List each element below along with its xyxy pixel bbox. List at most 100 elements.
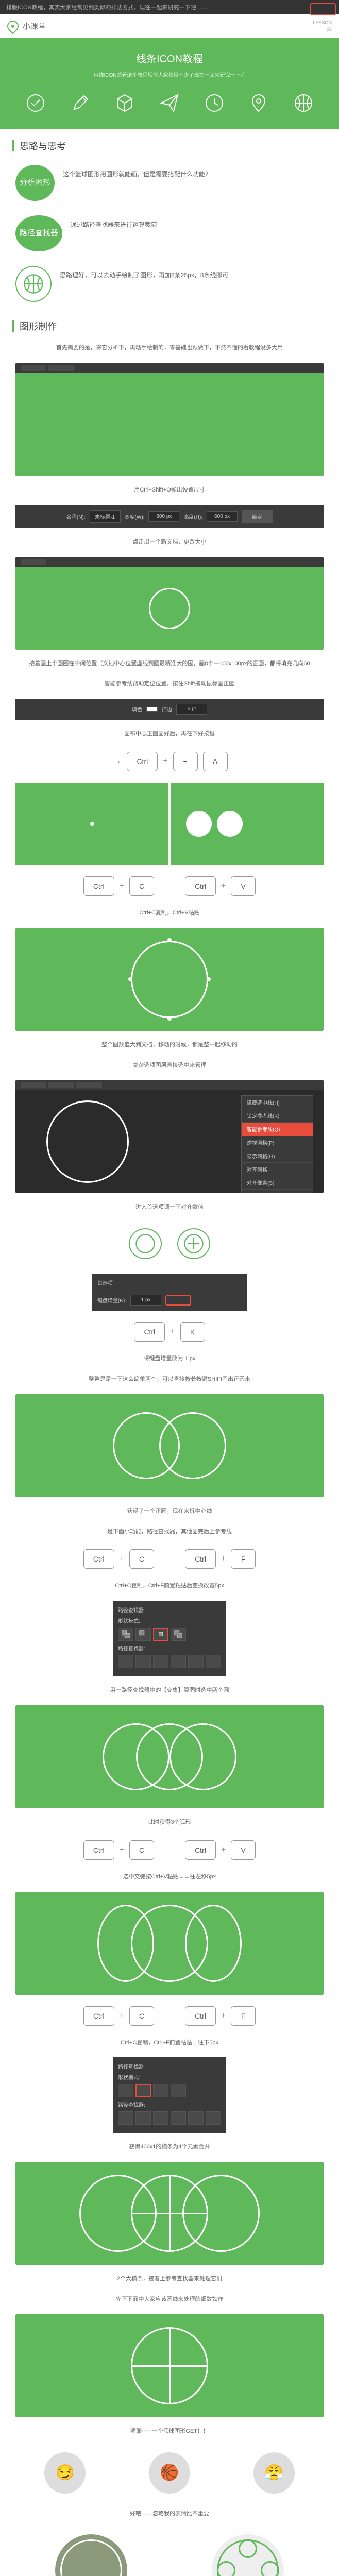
fig-result <box>212 2534 284 2576</box>
step1-caption: 首先需要的是，将它分析下，再动手绘制的，零基础也跟做下，不然不懂的看教程没多大用 <box>0 338 339 359</box>
step11-caption: 获得了一个正圆，现在来拆中心线 <box>0 1501 339 1522</box>
step6-caption: 整个图数值大到文档，移动的时候，都是整一起移动的 <box>0 1035 339 1056</box>
increment-label: 键盘增量(K): <box>97 1296 126 1304</box>
step3-caption: 接着画上个圆圈在中间位置（文档中心位置虚线到圆最精准大的围，画8个一100x10… <box>0 654 339 674</box>
pf-intersect[interactable] <box>153 2084 168 2097</box>
kbd-c: C <box>129 1840 154 1860</box>
lesson-number: 06 <box>313 26 332 33</box>
kbd-ctrl: Ctrl <box>185 876 216 896</box>
kbd-ctrl: Ctrl <box>83 2006 114 2026</box>
width-label: 宽度(W): <box>125 513 145 520</box>
pf-merge[interactable] <box>153 1655 168 1668</box>
badge-analyze: 分析图形 <box>15 165 55 201</box>
card-pathfinder: 路径查找器 通过路径查找器来进行运算裁剪 <box>0 208 339 259</box>
stroke-field[interactable]: 5 pt <box>176 704 207 715</box>
kbd-ctrl: Ctrl <box>83 1549 114 1569</box>
pf-outline[interactable] <box>188 1655 204 1668</box>
basketball-icon <box>293 93 314 113</box>
name-field[interactable]: 未标题-1 <box>90 510 121 523</box>
face-3: 😤 <box>253 2452 295 2494</box>
check-icon <box>25 93 46 113</box>
brand-text: 小课堂 <box>23 21 46 31</box>
panel-newdoc: 名称(N): 未标题-1 宽度(W): 800 px 高度(H): 600 px… <box>15 505 324 528</box>
kbd-ctrl: Ctrl <box>185 1549 216 1569</box>
pin-icon <box>5 18 21 34</box>
card-pathfinder-text: 通过路径查找器来进行运算裁剪 <box>71 215 324 231</box>
lesson-label: LESSON <box>313 20 332 26</box>
card-analyze: 分析图形 这个篮球图形用圆形就能画，但是需要搭配什么功能？ <box>0 158 339 208</box>
menu-item[interactable]: 对齐网格 <box>242 1163 313 1176</box>
increment-field[interactable]: 1 px <box>130 1295 161 1306</box>
step17-caption: Ctrl+C复制，Ctrl+F前置粘贴 ↓ 往下5px <box>0 2033 339 2054</box>
pf-trim[interactable] <box>135 1655 151 1668</box>
screenshot-3circles <box>15 1705 324 1808</box>
edit-icon <box>70 93 91 113</box>
pathfinder-panel-2: 路径查找器 形状模式: 路径查找器: <box>113 2057 226 2133</box>
kbd-c: C <box>129 876 154 896</box>
stroke-label: 描边 <box>162 705 172 713</box>
menu-item[interactable]: 对齐点(N) <box>242 1190 313 1193</box>
name-label: 名称(N): <box>66 513 86 520</box>
card-summary-text: 思路理好，可以去动手绘制了图形，再加8条25px，8条线即可 <box>60 266 324 281</box>
pf-exclude[interactable] <box>171 1628 186 1641</box>
height-field[interactable]: 600 px <box>207 511 238 522</box>
step10-caption: 整整是是一下这么简单两个，可以直接按着按键SHIFt画出正圆来 <box>0 1369 339 1390</box>
kbd-v: V <box>231 1840 256 1860</box>
fill-swatch[interactable] <box>146 707 158 712</box>
pf-crop[interactable] <box>171 1655 186 1668</box>
menu-item-smart-guides[interactable]: 智能参考线(Q) <box>242 1123 313 1136</box>
ok-button[interactable]: 确定 <box>242 510 273 523</box>
step18-caption: 获得400x1的横条为4个元素合并 <box>0 2137 339 2158</box>
hero-subtitle: 用线ICON趁着这个教程相信大家都见不少了现在一起来研究一下吧 <box>10 71 329 78</box>
plus-circle-icon <box>177 1228 210 1259</box>
badge-basketball-icon <box>15 266 52 302</box>
pf-minus-front[interactable] <box>135 2084 151 2097</box>
arrow-icon: → <box>111 755 122 767</box>
kbd-c: C <box>129 2006 154 2026</box>
screenshot-newdoc <box>15 363 324 476</box>
step2-caption: 点击出一个新文档，更改大小 <box>0 532 339 553</box>
kbd-v: V <box>231 876 256 896</box>
paper-plane-icon <box>159 93 180 113</box>
menu-item[interactable]: 锁定参考线(K) <box>242 1109 313 1123</box>
pf-minus-back[interactable] <box>206 1655 221 1668</box>
pf-divide[interactable] <box>118 1655 133 1668</box>
header-right: LESSON 06 <box>313 20 332 32</box>
face-1: 😏 <box>44 2452 86 2494</box>
hero-title: 线条ICON教程 <box>10 50 329 65</box>
step1b-caption: 用Ctrl+Shift+O弹出设置尺寸 <box>0 480 339 501</box>
menu-item[interactable]: 隐藏选中线(H) <box>242 1096 313 1109</box>
pf-minus-front[interactable] <box>135 1628 151 1641</box>
pf-exclude[interactable] <box>171 2084 186 2097</box>
menu-item[interactable]: 透视网格(P) <box>242 1136 313 1149</box>
screenshot-twocircles <box>15 1394 324 1497</box>
pf-unite[interactable] <box>118 2084 133 2097</box>
align-note: 智能参考线帮助定位位置，按住Shift拖动鼠标画正圆 <box>0 674 339 694</box>
kbd-ctrl: Ctrl <box>83 876 114 896</box>
pathfinder-panel: 路径查找器 形状模式: 路径查找器: <box>113 1601 226 1676</box>
clock-icon <box>204 93 225 113</box>
kbd-row-1: → Ctrl + + A <box>0 744 339 778</box>
context-menu[interactable]: 隐藏选中线(H) 锁定参考线(K) 智能参考线(Q) 透视网格(P) 显示网格(… <box>241 1095 313 1193</box>
step8-caption: 进入首选项调一下对齐数值 <box>0 1197 339 1218</box>
fig-reference <box>55 2534 127 2576</box>
width-field[interactable]: 800 px <box>148 511 179 522</box>
kbd-a: A <box>203 752 228 771</box>
card-summary: 思路理好，可以去动手绘制了图形，再加8条25px，8条线即可 <box>0 259 339 309</box>
menu-item[interactable]: 对齐像素(S) <box>242 1176 313 1190</box>
kbd-row-6: Ctrl + C Ctrl + F <box>0 1999 339 2033</box>
menu-item[interactable]: 显示网格(G) <box>242 1149 313 1163</box>
logo: 小课堂 <box>7 21 46 32</box>
pf-intersect[interactable] <box>153 1628 168 1641</box>
step4-caption: 画布中心正圆画好后，再在下好按键 <box>0 724 339 744</box>
faces-row: 😏 🏀 😤 <box>0 2442 339 2504</box>
split-shot-1 <box>15 783 324 865</box>
screenshot-bigcircle <box>15 928 324 1031</box>
step7-caption: 复杂选项图层直接选中来管理 <box>0 1056 339 1076</box>
pf-unite[interactable] <box>118 1628 133 1641</box>
fill-label: 填色 <box>132 705 142 713</box>
step15-caption: 此时获得3个弧形 <box>0 1812 339 1833</box>
section-title-2: 图形制作 <box>0 309 339 338</box>
step14-caption: 用一路径查找器中的【交集】算同时选中两个圆 <box>0 1681 339 1701</box>
kbd-ctrl: Ctrl <box>83 1840 114 1860</box>
